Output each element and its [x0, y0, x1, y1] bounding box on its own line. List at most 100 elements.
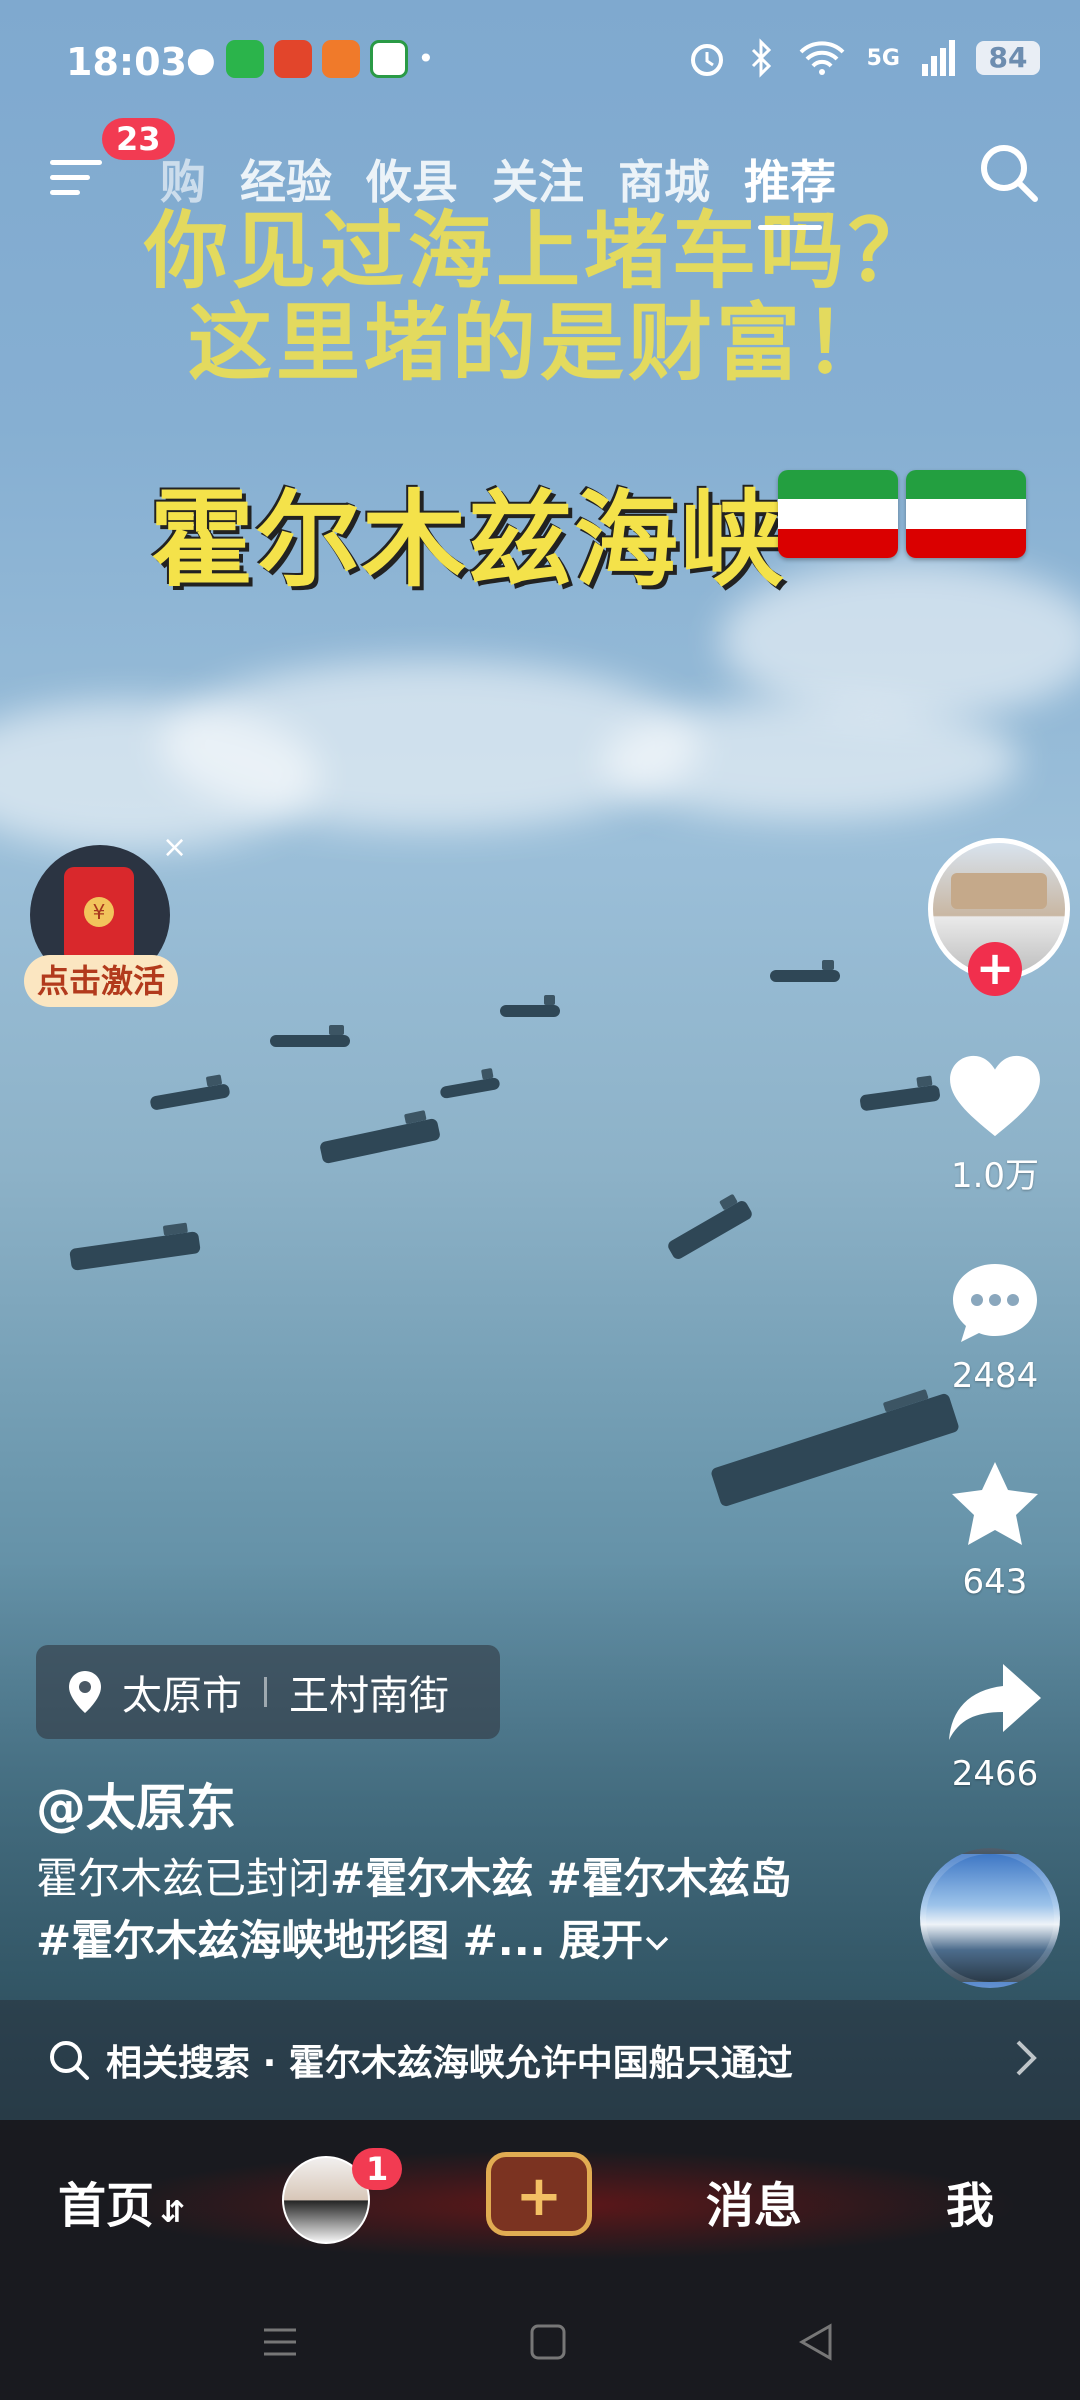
alarm-icon — [690, 44, 723, 76]
tab-experience[interactable]: 经验 — [240, 146, 332, 212]
ship — [666, 1198, 754, 1262]
follow-button[interactable]: + — [968, 942, 1022, 996]
menu-line — [50, 175, 90, 180]
flag-stripe-green — [778, 470, 898, 500]
hashtag[interactable]: #霍尔木兹 — [330, 1854, 533, 1903]
wifi-icon — [799, 41, 845, 75]
battery-indicator: 84 — [976, 41, 1040, 75]
video-caption: 你见过海上堵车吗？ 这里堵的是财富！ — [0, 205, 1080, 389]
related-search-label: 相关搜索 · 霍尔木兹海峡允许中国船只通过 — [106, 2034, 793, 2086]
location-street: 王村南街 — [289, 1673, 449, 1719]
chevron-down-icon — [645, 1936, 669, 1951]
ship — [149, 1083, 231, 1111]
search-icon — [50, 2041, 89, 2080]
ship — [270, 1025, 350, 1047]
tab-recommended[interactable]: 推荐 — [744, 146, 836, 230]
menu-line — [50, 160, 102, 165]
heart-icon — [950, 1055, 1040, 1137]
close-icon[interactable]: × — [162, 830, 187, 865]
related-search-separator: · — [262, 2043, 277, 2084]
search-icon[interactable] — [976, 140, 1042, 206]
home-icon[interactable] — [528, 2322, 568, 2362]
notification-icons: ● • — [186, 40, 434, 80]
location-tag[interactable]: 太原市 王村南街 — [36, 1645, 500, 1739]
bluetooth-icon — [751, 38, 771, 78]
network-type: 5G — [866, 45, 900, 71]
favorite-action[interactable]: 643 — [910, 1458, 1080, 1602]
iran-flag-icon — [906, 470, 1026, 558]
create-button[interactable]: + — [486, 2152, 592, 2236]
ship — [500, 995, 560, 1017]
nav-home[interactable]: 首页 ⇵ — [58, 2166, 185, 2236]
comment-count: 2484 — [951, 1356, 1039, 1396]
tab-shopping[interactable]: 购 — [160, 146, 206, 212]
flag-stripe-green — [906, 470, 1026, 500]
hashtag[interactable]: #霍尔木兹岛 — [547, 1854, 792, 1903]
green-app-icon — [225, 40, 264, 78]
hashtag[interactable]: #霍尔木兹海峡地形图 — [36, 1916, 449, 1965]
favorite-count: 643 — [962, 1562, 1028, 1602]
flag-stripe-red — [778, 528, 898, 558]
back-icon[interactable] — [796, 2322, 836, 2362]
share-count: 2466 — [951, 1754, 1039, 1794]
post-description[interactable]: 霍尔木兹已封闭#霍尔木兹 #霍尔木兹岛 #霍尔木兹海峡地形图 #... 展开 — [36, 1848, 796, 1972]
recent-apps-icon[interactable] — [260, 2322, 300, 2362]
top-nav: 23 购 经验 攸县 关注 商城 推荐 — [0, 118, 1080, 230]
signal-icon — [922, 40, 955, 76]
author-name[interactable]: @太原东 — [36, 1768, 236, 1840]
iran-flag-icon — [778, 470, 898, 558]
comment-action[interactable]: 2484 — [910, 1258, 1080, 1396]
red-app-icon — [273, 40, 312, 78]
tab-mall[interactable]: 商城 — [618, 146, 710, 212]
switch-arrows-icon: ⇵ — [160, 2195, 186, 2230]
tab-youxian[interactable]: 攸县 — [366, 146, 458, 212]
menu-button[interactable] — [50, 150, 106, 206]
menu-line — [50, 190, 80, 195]
nav-home-label: 首页 — [58, 2178, 155, 2234]
bottom-nav: 首页 ⇵ 1 + 消息 我 — [0, 2120, 1080, 2280]
orange-app-icon — [321, 40, 360, 78]
location-city: 太原市 — [122, 1673, 242, 1719]
comment-icon — [953, 1264, 1037, 1342]
nav-me[interactable]: 我 — [946, 2166, 994, 2236]
coin-icon: ¥ — [84, 897, 114, 927]
status-bar: 18:03 ● • 5G 84 — [0, 34, 1080, 94]
flag-stripe-white — [906, 499, 1026, 529]
avatar-van-windshield — [951, 873, 1047, 909]
expand-button[interactable]: 展开 — [559, 1916, 671, 1965]
ship — [770, 960, 840, 982]
share-action[interactable]: 2466 — [910, 1660, 1080, 1794]
wechat-icon: ● — [186, 40, 216, 80]
feed-tabs: 购 经验 攸县 关注 商城 推荐 — [160, 146, 836, 230]
chevron-right-icon — [1016, 2040, 1037, 2076]
expand-label: 展开 — [558, 1916, 643, 1965]
music-disc[interactable] — [920, 1848, 1060, 1988]
ship — [69, 1231, 201, 1271]
ship — [319, 1117, 441, 1165]
caption-line-2: 这里堵的是财富！ — [187, 294, 892, 392]
star-icon — [952, 1462, 1038, 1545]
related-search-bar[interactable]: 相关搜索 · 霍尔木兹海峡允许中国船只通过 — [0, 2000, 1080, 2120]
tab-following[interactable]: 关注 — [492, 146, 584, 212]
system-icons: 5G 84 — [687, 38, 1040, 78]
cloud — [600, 700, 1020, 820]
system-nav-bar — [0, 2280, 1080, 2400]
related-search-query: 霍尔木兹海峡允许中国船只通过 — [288, 2043, 793, 2084]
flag-stripe-white — [778, 499, 898, 529]
friend-badge: 1 — [352, 2148, 403, 2190]
flag-stripe-red — [906, 528, 1026, 558]
ship — [439, 1076, 501, 1100]
hashtag[interactable]: #... — [463, 1916, 546, 1965]
like-action[interactable]: 1.0万 — [910, 1052, 1080, 1197]
related-search-prefix: 相关搜索 — [106, 2043, 251, 2084]
video-title-overlay: 霍尔木兹海峡 — [150, 479, 787, 601]
like-count: 1.0万 — [950, 1156, 1040, 1196]
nav-messages[interactable]: 消息 — [706, 2166, 802, 2236]
more-dot-icon: • — [417, 42, 435, 75]
desc-text: 霍尔木兹已封闭 — [36, 1854, 331, 1903]
location-divider — [264, 1677, 267, 1707]
activate-button[interactable]: 点击激活 — [24, 955, 178, 1007]
status-time: 18:03 — [66, 40, 187, 84]
share-icon — [949, 1664, 1041, 1740]
green-badge-app-icon — [369, 40, 408, 78]
